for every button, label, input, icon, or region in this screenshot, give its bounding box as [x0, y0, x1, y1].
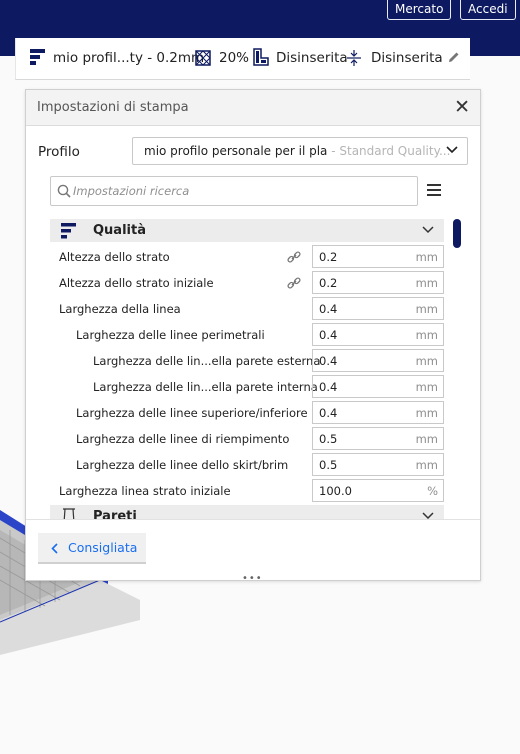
recommended-mode-button[interactable]: Consigliata: [38, 533, 146, 564]
setting-row-wall-line-width: Larghezza delle linee perimetrali 0.4 mm: [50, 322, 444, 348]
chevron-down-icon: [422, 512, 434, 519]
setting-value: 0.2: [319, 250, 338, 264]
setting-label: Larghezza linea strato iniziale: [59, 484, 231, 498]
chevron-left-icon: [51, 543, 58, 554]
setting-value: 0.4: [319, 380, 338, 394]
setting-label: Larghezza delle linee superiore/inferior…: [76, 406, 308, 420]
setting-unit: mm: [415, 250, 438, 264]
setting-field[interactable]: 0.2 mm: [312, 271, 444, 294]
setting-label: Larghezza delle linee perimetrali: [76, 328, 265, 342]
profile-summary: mio profil...ty - 0.2mm: [53, 50, 205, 66]
setting-field[interactable]: 0.4 mm: [312, 323, 444, 346]
quality-icon: [61, 223, 76, 239]
panel-header: Impostazioni di stampa ✕: [26, 90, 480, 126]
setting-value: 0.2: [319, 276, 338, 290]
setting-row-layer-height: Altezza dello strato 0.2 mm: [50, 244, 444, 270]
setting-field[interactable]: 0.4 mm: [312, 297, 444, 320]
setting-unit: mm: [415, 302, 438, 316]
setting-unit: mm: [415, 432, 438, 446]
infill-value: 20%: [219, 50, 250, 66]
profile-select-value: mio profilo personale per il pla: [144, 144, 328, 158]
profile-select[interactable]: mio profilo personale per il pla - Stand…: [132, 137, 468, 165]
settings-menu-icon[interactable]: [427, 184, 441, 196]
infill-icon: [195, 50, 211, 66]
panel-title: Impostazioni di stampa: [37, 100, 189, 115]
category-quality-label: Qualità: [93, 223, 146, 238]
support-icon: [253, 48, 269, 66]
close-icon[interactable]: ✕: [454, 96, 470, 118]
walls-icon: [63, 508, 75, 519]
setting-unit: mm: [415, 458, 438, 472]
setting-field[interactable]: 0.4 mm: [312, 375, 444, 398]
setting-label: Altezza dello strato iniziale: [59, 276, 214, 290]
setting-unit: mm: [415, 328, 438, 342]
setting-label: Larghezza delle lin...ella parete estern…: [93, 354, 321, 368]
setting-field[interactable]: 0.4 mm: [312, 401, 444, 424]
setting-label: Larghezza delle linee di riempimento: [76, 432, 290, 446]
setting-field[interactable]: 0.5 mm: [312, 427, 444, 450]
profile-icon: [30, 49, 45, 65]
recommended-mode-label: Consigliata: [68, 540, 138, 555]
setting-value: 100.0: [319, 484, 352, 498]
setting-label: Altezza dello strato: [59, 250, 170, 264]
print-setup-bar[interactable]: mio profil...ty - 0.2mm 20% Disinserita …: [15, 38, 470, 80]
setting-label: Larghezza della linea: [59, 302, 181, 316]
edit-pencil-icon[interactable]: [448, 51, 460, 63]
setting-unit: mm: [415, 406, 438, 420]
setting-row-top-bottom-line-width: Larghezza delle linee superiore/inferior…: [50, 400, 444, 426]
setting-field[interactable]: 0.5 mm: [312, 453, 444, 476]
setting-value: 0.4: [319, 302, 338, 316]
setting-value: 0.5: [319, 458, 338, 472]
setting-label: Larghezza delle lin...ella parete intern…: [93, 380, 318, 394]
category-walls[interactable]: Pareti: [50, 505, 444, 519]
setting-label: Larghezza delle linee dello skirt/brim: [76, 458, 289, 472]
setting-unit: mm: [415, 276, 438, 290]
settings-list[interactable]: Qualità Altezza dello strato 0.2 mm Alte…: [50, 219, 444, 519]
setting-row-initial-layer-height: Altezza dello strato iniziale 0.2 mm: [50, 270, 444, 296]
setting-unit: mm: [415, 380, 438, 394]
resize-handle[interactable]: •••: [242, 573, 263, 584]
profile-label: Profilo: [38, 144, 80, 160]
chevron-down-icon: [422, 226, 434, 234]
search-placeholder: Impostazioni ricerca: [73, 184, 190, 198]
setting-field[interactable]: 100.0 %: [312, 479, 444, 502]
search-icon: [57, 184, 71, 198]
setting-unit: mm: [415, 354, 438, 368]
profile-select-quality: - Standard Quality...: [327, 144, 451, 158]
adhesion-value: Disinserita: [371, 50, 443, 66]
setting-field[interactable]: 0.4 mm: [312, 349, 444, 372]
chevron-down-icon: [446, 146, 458, 154]
setting-row-initial-layer-line-width: Larghezza linea strato iniziale 100.0 %: [50, 478, 444, 504]
category-quality[interactable]: Qualità: [50, 219, 444, 242]
settings-scrollbar[interactable]: [453, 219, 461, 248]
setting-row-inner-wall-line-width: Larghezza delle lin...ella parete intern…: [50, 374, 444, 400]
setting-row-line-width: Larghezza della linea 0.4 mm: [50, 296, 444, 322]
setting-field[interactable]: 0.2 mm: [312, 245, 444, 268]
setting-value: 0.4: [319, 328, 338, 342]
setting-value: 0.4: [319, 354, 338, 368]
adhesion-icon: [347, 50, 361, 66]
setting-row-infill-line-width: Larghezza delle linee di riempimento 0.5…: [50, 426, 444, 452]
sign-in-button[interactable]: Accedi: [460, 0, 516, 20]
setting-row-outer-wall-line-width: Larghezza delle lin...ella parete estern…: [50, 348, 444, 374]
link-icon[interactable]: [287, 250, 301, 264]
support-value: Disinserita: [276, 50, 348, 66]
marketplace-button[interactable]: Mercato: [387, 0, 452, 20]
category-walls-label: Pareti: [93, 509, 137, 519]
setting-value: 0.4: [319, 406, 338, 420]
print-settings-panel: Impostazioni di stampa ✕ Profilo mio pro…: [25, 89, 481, 584]
setting-unit: %: [427, 484, 438, 498]
link-icon[interactable]: [287, 276, 301, 290]
setting-row-skirt-brim-line-width: Larghezza delle linee dello skirt/brim 0…: [50, 452, 444, 478]
divider: [26, 519, 480, 520]
setting-value: 0.5: [319, 432, 338, 446]
settings-search-input[interactable]: Impostazioni ricerca: [50, 176, 418, 206]
